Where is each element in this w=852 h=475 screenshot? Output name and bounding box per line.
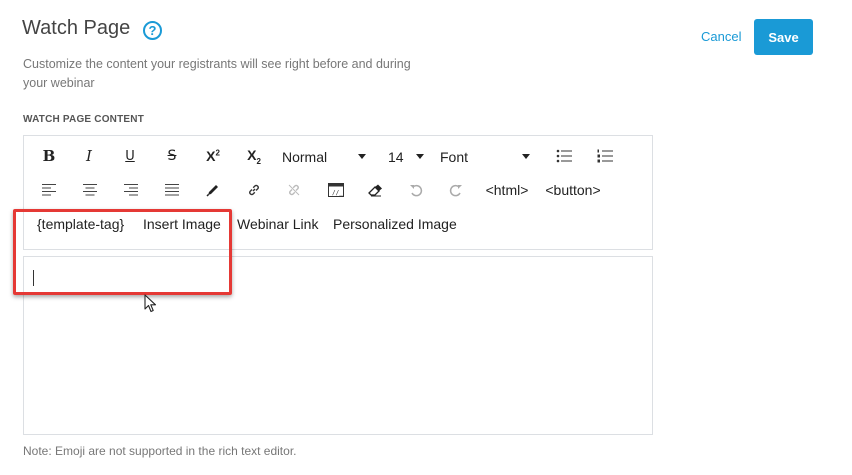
align-justify-button[interactable] — [161, 178, 183, 202]
format-select[interactable]: Normal — [282, 147, 370, 167]
align-center-icon — [83, 184, 97, 196]
chevron-down-icon — [358, 154, 366, 159]
save-button[interactable]: Save — [754, 19, 813, 55]
redo-icon — [449, 184, 462, 197]
superscript-icon: X2 — [206, 148, 220, 164]
superscript-button[interactable]: X2 — [201, 144, 225, 168]
align-justify-icon — [165, 184, 179, 196]
unlink-icon — [288, 184, 300, 196]
align-right-button[interactable] — [120, 178, 142, 202]
underline-icon: U — [125, 148, 135, 164]
editor-toolbar: B I U S X2 X2 Normal 14 Font //_ <html> … — [23, 135, 653, 250]
link-icon — [249, 184, 259, 196]
strikethrough-icon: S — [167, 148, 177, 164]
mouse-pointer-icon — [144, 294, 157, 313]
size-select-value: 14 — [388, 149, 404, 165]
insert-image-button[interactable]: Insert Image — [143, 212, 223, 236]
undo-icon — [410, 184, 423, 197]
size-select[interactable]: 14 — [388, 147, 426, 167]
bold-icon: B — [42, 147, 56, 165]
insert-button-button[interactable]: <button> — [543, 178, 603, 202]
font-select[interactable]: Font — [440, 147, 534, 167]
pen-icon — [206, 185, 218, 197]
text-color-button[interactable] — [202, 178, 224, 202]
insert-link-button[interactable] — [243, 178, 265, 202]
redo-button[interactable] — [445, 178, 467, 202]
align-left-icon — [42, 184, 56, 196]
numbered-list-button[interactable] — [594, 144, 616, 168]
align-left-button[interactable] — [38, 178, 60, 202]
source-code-button[interactable]: //_ — [325, 178, 347, 202]
undo-button[interactable] — [405, 178, 427, 202]
page-title: Watch Page — [22, 17, 131, 39]
strikethrough-button[interactable]: S — [161, 144, 183, 168]
page-subtitle: Customize the content your registrants w… — [23, 57, 411, 90]
align-center-button[interactable] — [79, 178, 101, 202]
remove-link-button[interactable] — [283, 178, 305, 202]
format-select-value: Normal — [282, 149, 328, 165]
template-tag-button[interactable]: {template-tag} — [37, 212, 127, 236]
cancel-button[interactable]: Cancel — [701, 29, 741, 44]
chevron-down-icon — [416, 154, 424, 159]
bold-button[interactable]: B — [38, 144, 60, 168]
emoji-note: Note: Emoji are not supported in the ric… — [23, 444, 297, 458]
subscript-icon: X2 — [247, 146, 261, 166]
underline-button[interactable]: U — [119, 144, 141, 168]
italic-icon: I — [86, 147, 92, 165]
personalized-image-button[interactable]: Personalized Image — [333, 212, 457, 236]
bullet-list-icon — [556, 149, 572, 163]
text-caret — [33, 270, 34, 286]
webinar-link-button[interactable]: Webinar Link — [237, 212, 319, 236]
align-right-icon — [124, 184, 138, 196]
italic-button[interactable]: I — [78, 144, 100, 168]
svg-text://_: //_ — [332, 190, 343, 197]
bullet-list-button[interactable] — [553, 144, 575, 168]
code-window-icon: //_ — [328, 183, 344, 197]
section-label: WATCH PAGE CONTENT — [23, 114, 145, 125]
rich-text-editor[interactable] — [23, 256, 653, 435]
help-icon[interactable]: ? — [143, 21, 162, 40]
subscript-button[interactable]: X2 — [242, 144, 266, 168]
font-select-value: Font — [440, 149, 469, 165]
chevron-down-icon — [522, 154, 530, 159]
clear-format-button[interactable] — [364, 178, 386, 202]
insert-html-button[interactable]: <html> — [484, 178, 530, 202]
eraser-icon — [367, 184, 382, 196]
numbered-list-icon — [597, 149, 613, 163]
